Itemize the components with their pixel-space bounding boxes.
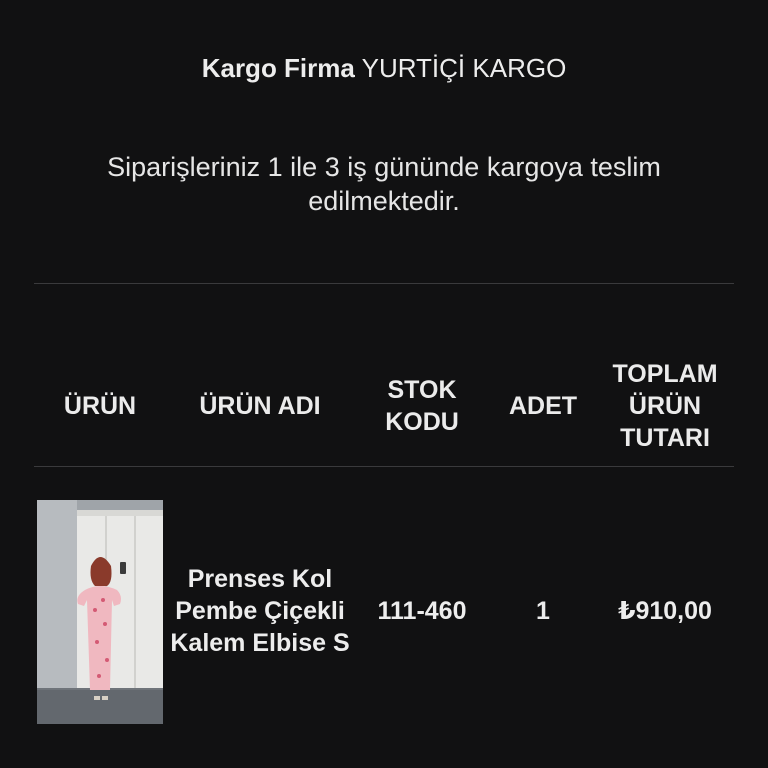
divider xyxy=(34,283,734,284)
header-product-name: ÜRÜN ADI xyxy=(199,392,321,420)
shipping-company-line: Kargo Firma YURTİÇİ KARGO xyxy=(0,52,768,84)
delivery-notice: Siparişleriniz 1 ile 3 iş gününde kargoy… xyxy=(107,152,661,216)
header-product: ÜRÜN xyxy=(63,392,137,420)
header-total: TOPLAM ÜRÜN TUTARI xyxy=(612,360,718,452)
product-name[interactable]: Prenses Kol Pembe Çiçekli Kalem Elbise S xyxy=(166,563,354,659)
divider xyxy=(34,466,734,467)
quantity: 1 xyxy=(536,597,550,625)
order-summary-page: Kargo Firma YURTİÇİ KARGO Siparişleriniz… xyxy=(0,0,768,768)
stock-code: 111-460 xyxy=(377,597,467,625)
header-quantity: ADET xyxy=(508,392,578,420)
header-stock-code: STOK KODU xyxy=(385,376,459,436)
shipping-company-name: YURTİÇİ KARGO xyxy=(361,53,567,83)
product-photo-icon[interactable] xyxy=(37,500,163,724)
total-price: ₺910,00 xyxy=(618,597,712,625)
shipping-company-label: Kargo Firma xyxy=(201,53,355,83)
